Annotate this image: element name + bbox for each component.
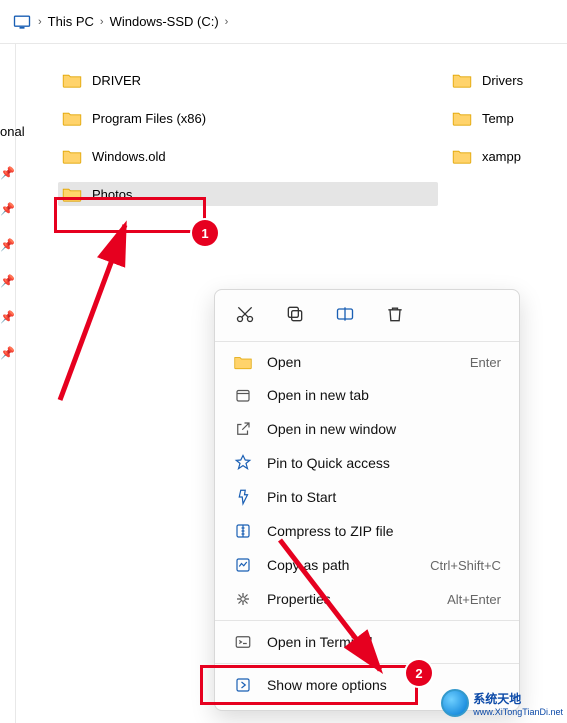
folder-icon	[452, 148, 472, 164]
pin-icon[interactable]: 📌	[0, 346, 15, 360]
pin-start-icon	[233, 488, 253, 506]
folder-item[interactable]: Temp	[448, 106, 567, 130]
menu-label: Compress to ZIP file	[267, 523, 394, 539]
copy-path-icon	[233, 556, 253, 574]
menu-label: Properties	[267, 591, 331, 607]
folder-icon	[452, 72, 472, 88]
copy-icon[interactable]	[285, 304, 305, 327]
menu-label: Open	[267, 354, 301, 370]
pin-icon[interactable]: 📌	[0, 310, 15, 324]
sidebar: onal 📌 📌 📌 📌 📌 📌	[0, 44, 16, 723]
content-area: DRIVER Program Files (x86) Windows.old P…	[16, 44, 567, 723]
menu-hotkey: Enter	[470, 355, 501, 370]
menu-label: Open in Terminal	[267, 634, 373, 650]
annotation-badge: 1	[192, 220, 218, 246]
folder-label: Drivers	[482, 73, 523, 88]
menu-pin-start[interactable]: Pin to Start	[215, 480, 519, 514]
breadcrumb-drive[interactable]: Windows-SSD (C:)	[110, 14, 219, 29]
menu-open-tab[interactable]: Open in new tab	[215, 378, 519, 412]
zip-icon	[233, 522, 253, 540]
folder-icon	[62, 148, 82, 164]
terminal-icon	[233, 633, 253, 651]
pin-icon[interactable]: 📌	[0, 202, 15, 216]
pin-icon[interactable]: 📌	[0, 166, 15, 180]
watermark-sub: www.XiTongTianDi.net	[473, 707, 563, 717]
watermark: 系统天地 www.XiTongTianDi.net	[441, 689, 563, 717]
cut-icon[interactable]	[235, 304, 255, 327]
globe-icon	[441, 689, 469, 717]
menu-label: Show more options	[267, 677, 387, 693]
open-external-icon	[233, 420, 253, 438]
folder-label: Windows.old	[92, 149, 166, 164]
this-pc-icon	[12, 12, 32, 32]
pin-icon	[233, 454, 253, 472]
menu-open[interactable]: Open Enter	[215, 346, 519, 378]
annotation-badge: 2	[406, 660, 432, 686]
folder-item[interactable]: Windows.old	[58, 144, 398, 168]
breadcrumb-root[interactable]: This PC	[48, 14, 94, 29]
chevron-icon: ›	[38, 16, 42, 28]
menu-label: Open in new tab	[267, 387, 369, 403]
folder-item[interactable]: DRIVER	[58, 68, 398, 92]
folder-item[interactable]: Drivers	[448, 68, 567, 92]
folder-icon	[62, 110, 82, 126]
menu-terminal[interactable]: Open in Terminal	[215, 625, 519, 659]
breadcrumb: › This PC › Windows-SSD (C:) ›	[0, 0, 567, 44]
menu-properties[interactable]: Properties Alt+Enter	[215, 582, 519, 616]
folder-open-icon	[233, 354, 253, 370]
menu-label: Pin to Quick access	[267, 455, 390, 471]
folder-label: DRIVER	[92, 73, 141, 88]
folder-label: Program Files (x86)	[92, 111, 206, 126]
context-menu: Open Enter Open in new tab Open in new w…	[214, 289, 520, 711]
watermark-title: 系统天地	[473, 692, 521, 706]
delete-icon[interactable]	[385, 304, 405, 327]
menu-label: Copy as path	[267, 557, 350, 573]
menu-label: Pin to Start	[267, 489, 336, 505]
folder-icon	[62, 72, 82, 88]
pin-icon[interactable]: 📌	[0, 238, 15, 252]
pin-icon[interactable]: 📌	[0, 274, 15, 288]
menu-open-window[interactable]: Open in new window	[215, 412, 519, 446]
chevron-icon: ›	[225, 16, 229, 28]
context-toolbar	[215, 298, 519, 337]
menu-label: Open in new window	[267, 421, 396, 437]
folder-label: Temp	[482, 111, 514, 126]
rename-icon[interactable]	[335, 304, 355, 327]
more-options-icon	[233, 676, 253, 694]
menu-pin-quick[interactable]: Pin to Quick access	[215, 446, 519, 480]
folder-item-selected[interactable]: Photos	[58, 182, 438, 206]
folder-item[interactable]: xampp	[448, 144, 567, 168]
folder-icon	[62, 186, 82, 202]
menu-hotkey: Ctrl+Shift+C	[430, 558, 501, 573]
chevron-icon: ›	[100, 16, 104, 28]
menu-copy-path[interactable]: Copy as path Ctrl+Shift+C	[215, 548, 519, 582]
tab-icon	[233, 386, 253, 404]
properties-icon	[233, 590, 253, 608]
folder-label: Photos	[92, 187, 132, 202]
folder-item[interactable]: Program Files (x86)	[58, 106, 398, 130]
folder-label: xampp	[482, 149, 521, 164]
folder-icon	[452, 110, 472, 126]
menu-hotkey: Alt+Enter	[447, 592, 501, 607]
menu-compress[interactable]: Compress to ZIP file	[215, 514, 519, 548]
